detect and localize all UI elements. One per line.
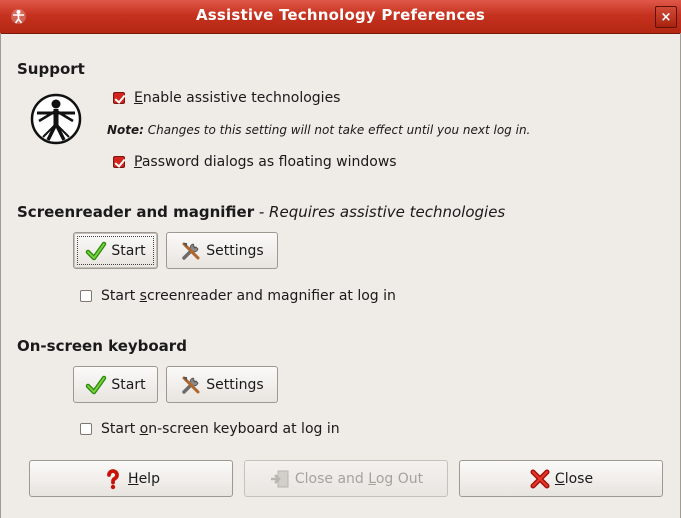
screenreader-autostart-label: Start screenreader and magnifier at log … — [101, 288, 396, 304]
help-label: Help — [128, 470, 160, 487]
green-check-icon — [86, 375, 107, 394]
close-button[interactable]: Close — [459, 460, 663, 497]
password-dialogs-label: Password dialogs as floating windows — [134, 154, 397, 170]
close-and-logout-label: Close and Log Out — [294, 470, 424, 487]
screenreader-heading: Screenreader and magnifier - Requires as… — [17, 203, 506, 221]
title-bar[interactable]: Assistive Technology Preferences × — [0, 0, 681, 34]
logout-icon — [270, 470, 289, 487]
close-label: Close — [554, 470, 594, 487]
keyboard-autostart-checkbox[interactable]: Start on-screen keyboard at log in — [80, 421, 340, 437]
red-x-icon — [530, 469, 550, 488]
settings-label: Settings — [206, 242, 264, 259]
support-heading: Support — [17, 60, 85, 78]
screenreader-autostart-checkbox[interactable]: Start screenreader and magnifier at log … — [80, 288, 396, 304]
checkbox-checked-icon[interactable] — [113, 156, 125, 168]
screenreader-start-button[interactable]: Start — [73, 232, 158, 269]
help-button[interactable]: Help — [29, 460, 233, 497]
focus-ring — [77, 236, 154, 265]
enable-assistive-label: Enable assistive technologies — [134, 90, 341, 106]
keyboard-settings-button[interactable]: Settings — [166, 366, 278, 403]
keyboard-start-button[interactable]: Start — [73, 366, 158, 403]
close-icon: × — [660, 9, 672, 25]
close-and-logout-button[interactable]: Close and Log Out — [244, 460, 448, 497]
checkbox-checked-icon[interactable] — [113, 92, 125, 104]
keyboard-heading: On-screen keyboard — [17, 337, 187, 355]
note-label: Note: — [107, 123, 144, 137]
checkbox-unchecked-icon[interactable] — [80, 290, 92, 302]
tools-icon — [182, 376, 200, 394]
enable-assistive-checkbox[interactable]: Enable assistive technologies — [113, 90, 340, 106]
vitruvian-man-icon — [30, 93, 82, 145]
screenreader-requirement-note: - Requires assistive technologies — [254, 203, 506, 221]
window-border-left — [0, 33, 1, 518]
relogin-note: Note: Changes to this setting will not t… — [107, 123, 530, 137]
settings-label: Settings — [206, 376, 264, 393]
note-text: Changes to this setting will not take ef… — [143, 123, 531, 137]
tools-icon — [182, 242, 200, 260]
start-label: Start — [111, 376, 146, 393]
screenreader-settings-button[interactable]: Settings — [166, 232, 278, 269]
password-dialogs-checkbox[interactable]: Password dialogs as floating windows — [113, 154, 397, 170]
window-title: Assistive Technology Preferences — [195, 6, 486, 24]
checkbox-unchecked-icon[interactable] — [80, 423, 92, 435]
question-mark-icon — [107, 468, 119, 489]
keyboard-autostart-label: Start on-screen keyboard at log in — [101, 421, 340, 437]
window-close-button[interactable]: × — [655, 6, 677, 28]
